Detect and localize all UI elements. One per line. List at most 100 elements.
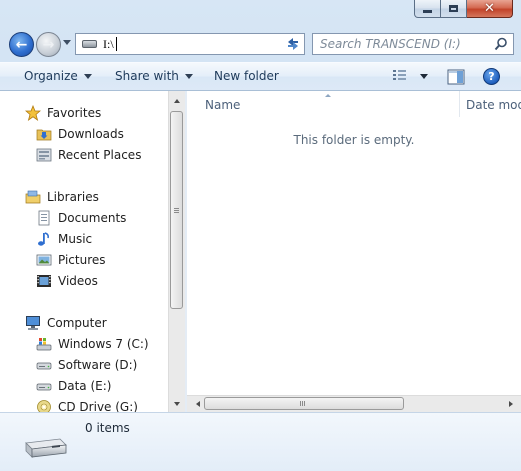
music-icon [36,231,52,247]
chevron-down-icon [184,73,193,79]
chevron-down-icon[interactable] [420,73,428,79]
hard-drive-icon [36,357,52,373]
search-input[interactable]: Search TRANSCEND (I:) [312,33,514,55]
computer-icon [25,315,41,331]
help-icon: ? [488,70,495,83]
address-bar[interactable]: I:\ [75,33,305,55]
drive-icon [82,40,97,48]
nav-favorites-label: Favorites [47,106,102,120]
search-placeholder: Search TRANSCEND (I:) [320,37,461,51]
refresh-button[interactable] [281,33,305,55]
system-drive-icon [36,336,52,352]
nav-videos-label: Videos [58,274,98,288]
nav-drive-e-label: Data (E:) [58,379,112,393]
scrollbar-thumb[interactable] [204,397,404,410]
back-arrow-icon: ← [15,36,28,53]
organize-label: Organize [24,69,78,83]
back-button[interactable]: ← [9,32,34,57]
address-text[interactable]: I:\ [103,37,114,52]
caption-buttons: ✕ [414,0,513,19]
nav-drive-c[interactable]: Windows 7 (C:) [36,336,149,352]
scroll-up-button[interactable] [169,92,185,109]
scroll-right-icon [508,401,513,407]
star-icon [24,104,42,121]
minimize-icon [423,10,432,13]
share-with-label: Share with [115,69,179,83]
column-divider[interactable] [459,91,460,117]
nav-recent-places[interactable]: Recent Places [36,147,141,163]
navigation-bar: ← → I:\ Search TRANSCEND (I:) [0,30,521,58]
downloads-folder-icon [36,126,52,142]
refresh-icon [287,38,298,50]
nav-drive-g-label: CD Drive (G:) [58,400,138,412]
column-header: Name Date mod [187,91,521,117]
nav-drive-g[interactable]: CD Drive (G:) [36,399,138,412]
search-icon[interactable] [494,37,508,51]
sort-indicator-icon [325,94,331,97]
nav-computer[interactable]: Computer [25,315,107,331]
nav-downloads-label: Downloads [58,127,124,141]
nav-videos[interactable]: Videos [36,273,98,289]
forward-button[interactable]: → [36,32,61,57]
nav-music[interactable]: Music [36,231,92,247]
close-icon: ✕ [484,1,495,16]
scroll-up-icon [174,98,180,103]
nav-downloads[interactable]: Downloads [36,126,124,142]
scroll-down-icon [174,401,180,406]
nav-computer-label: Computer [47,316,107,330]
view-icon [393,70,406,80]
nav-libraries[interactable]: Libraries [25,189,99,205]
nav-drive-d-label: Software (D:) [58,358,138,372]
content-horizontal-scrollbar[interactable] [187,395,521,412]
nav-documents[interactable]: Documents [36,210,126,226]
empty-folder-message: This folder is empty. [293,133,415,147]
hard-drive-icon [36,378,52,394]
details-pane: 0 items [0,412,521,471]
nav-drive-c-label: Windows 7 (C:) [58,337,149,351]
maximize-icon [449,5,458,12]
command-bar: Organize Share with New folder ? [0,62,521,91]
nav-drive-d[interactable]: Software (D:) [36,357,137,373]
new-folder-label: New folder [214,69,279,83]
pictures-icon [36,252,52,268]
scroll-right-button[interactable] [502,396,519,412]
nav-libraries-label: Libraries [47,190,99,204]
help-button[interactable]: ? [483,68,500,85]
close-button[interactable]: ✕ [467,0,513,18]
navigation-pane: Favorites Downloads Recent Places Librar… [0,91,185,412]
recent-pages-button[interactable] [63,40,71,45]
maximize-button[interactable] [441,0,467,18]
recent-places-icon [36,147,52,163]
forward-arrow-icon: → [42,36,55,53]
nav-pictures[interactable]: Pictures [36,252,106,268]
new-folder-button[interactable]: New folder [214,69,279,83]
libraries-icon [25,189,41,205]
item-count: 0 items [85,421,130,435]
chevron-down-icon [83,73,92,79]
scrollbar-thumb[interactable] [170,111,183,309]
scroll-left-icon [195,401,200,407]
minimize-button[interactable] [414,0,441,18]
nav-favorites[interactable]: Favorites [24,104,102,121]
column-name[interactable]: Name [205,98,240,112]
share-with-menu[interactable]: Share with [115,69,193,83]
organize-menu[interactable]: Organize [24,69,92,83]
removable-drive-icon [22,435,68,461]
preview-pane-button[interactable] [447,69,465,88]
nav-recent-places-label: Recent Places [58,148,142,162]
cd-drive-icon [36,399,52,412]
text-caret [116,37,117,51]
nav-documents-label: Documents [58,211,127,225]
nav-pane-scrollbar[interactable] [168,91,185,412]
column-date-modified[interactable]: Date mod [466,98,521,112]
change-view-button[interactable] [392,69,428,83]
nav-pictures-label: Pictures [58,253,106,267]
nav-music-label: Music [58,232,93,246]
preview-pane-icon [447,69,465,85]
scroll-down-button[interactable] [169,395,185,412]
explorer-window: ✕ ← → I:\ Search TRANSCEND (I:) Organize… [0,0,521,471]
content-pane[interactable]: Name Date mod This folder is empty. [187,91,521,412]
videos-icon [36,273,52,289]
nav-drive-e[interactable]: Data (E:) [36,378,111,394]
documents-icon [36,210,52,226]
